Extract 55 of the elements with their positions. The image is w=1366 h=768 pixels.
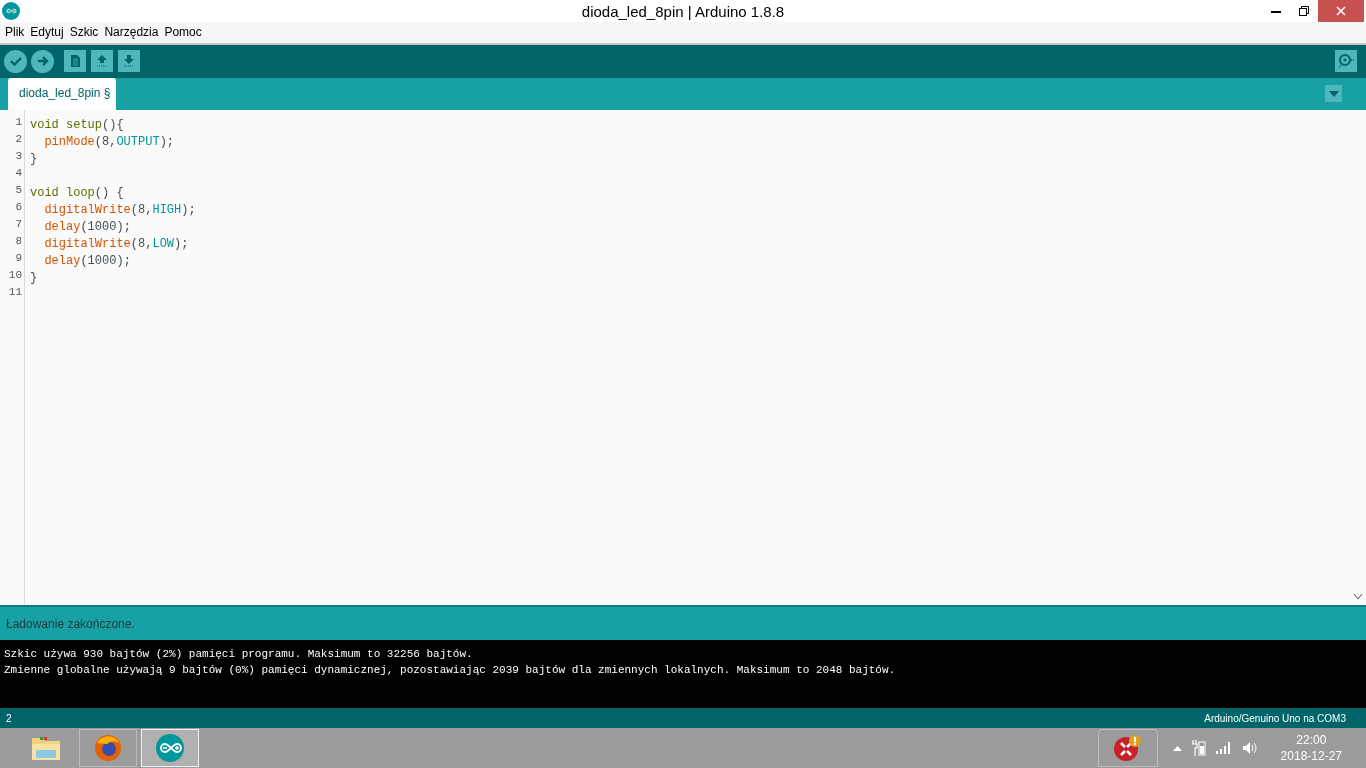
menu-item[interactable]: Pomoc [161,25,205,40]
line-number: 11 [7,284,23,300]
menu-item[interactable]: Edytuj [27,25,67,40]
window-title: dioda_led_8pin | Arduino 1.8.8 [580,2,786,20]
line-number: 10 [7,267,23,283]
verify-button[interactable] [4,49,27,73]
code-line: digitalWrite(8,HIGH); [43,202,196,217]
line-number: 3 [14,148,23,164]
restore-icon [1299,6,1309,16]
close-icon [1336,6,1346,16]
upload-button[interactable] [31,49,54,73]
volume-icon[interactable] [1241,741,1258,756]
folder-icon [30,734,62,763]
arduino-icon [155,733,185,764]
code-line: void setup(){ [30,117,124,132]
menu-item[interactable]: Szkic [66,25,102,40]
serial-monitor-button[interactable] [1335,50,1357,73]
caret-icon [1328,90,1339,97]
save-button[interactable] [118,50,140,73]
menu-item[interactable]: Plik [2,25,28,40]
line-number: 1 [14,114,23,130]
code-line: void loop() { [30,185,124,200]
clock-date: 2018-12-27 [1280,748,1342,765]
clock-time: 22:00 [1296,732,1327,749]
alert-shield-icon [1112,734,1143,763]
battery-icon[interactable] [1191,740,1206,757]
console-line: Szkic używa 930 bajtów (2%) pamięci programu. Maksimum to 32256 bajtów. [4,647,474,663]
line-indicator: 2 [6,712,12,724]
new-sketch-button[interactable] [64,50,86,73]
show-hidden-icons-button[interactable] [1172,745,1182,751]
code-editor[interactable]: 1 2 3 4 5 6 7 8 9 10 11 void setup(){ pinMode(8,OUTPUT); } void loop() { digitalWrite(8,HIGH); delay(1000); digitalWrite(8,LOW); delay(1000); } [0,109,1366,606]
code-line: delay(1000); [43,219,131,234]
line-number: 5 [14,182,23,198]
line-number: 4 [14,165,23,181]
code-line: digitalWrite(8,LOW); [43,236,189,251]
signal-icon[interactable] [1215,742,1232,755]
line-number: 8 [14,233,23,249]
notification-button[interactable] [1097,729,1158,768]
board-info: Arduino/Genuino Uno na COM3 [1204,712,1346,724]
line-number: 6 [14,199,23,215]
browser-icon [93,733,123,764]
console-line: Zmienne globalne używają 9 bajtów (0%) pamięci dynamicznej, pozostawiając 2039 bajtów dla zmiennych lokalnych. Maksimum to 2048 bajtów. [4,663,897,679]
open-button[interactable] [91,50,113,73]
line-number: 7 [14,216,23,232]
code-line: } [30,151,38,166]
code-line: delay(1000); [43,253,131,268]
sketch-tab[interactable]: dioda_led_8pin § [8,77,117,110]
status-message: Ładowanie zakończone. [6,616,135,631]
taskbar-button[interactable] [79,729,137,768]
tab-menu-button[interactable] [1325,85,1342,103]
code-line: } [30,270,38,285]
line-number: 2 [14,131,23,147]
menu-item[interactable]: Narzędzia [101,25,162,40]
line-number: 9 [14,250,23,266]
code-line: pinMode(8,OUTPUT); [43,134,175,149]
